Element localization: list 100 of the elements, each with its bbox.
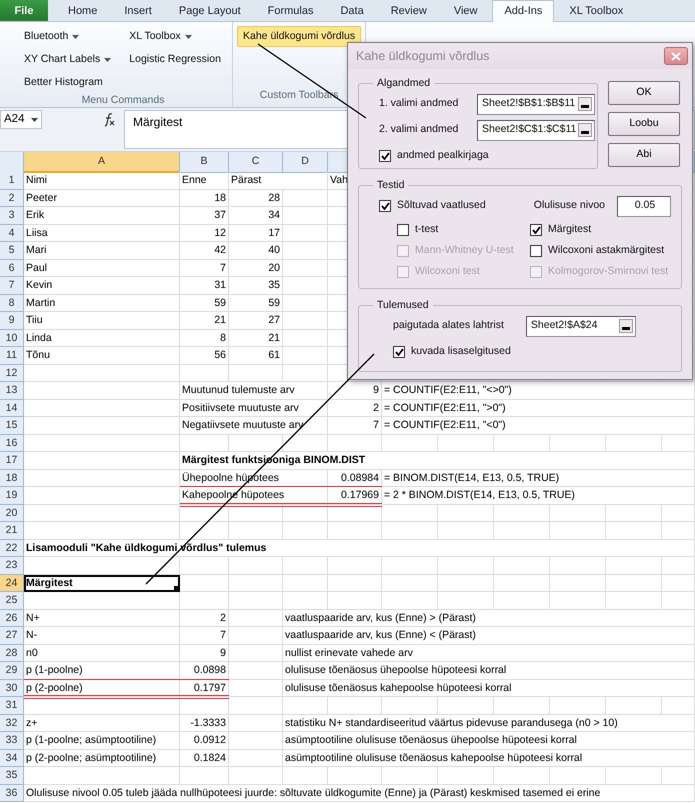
ribbon-tab[interactable]: Data (328, 0, 376, 21)
range-picker-button[interactable] (578, 123, 592, 137)
dialog-button[interactable]: OK (608, 81, 680, 105)
empty-cell (438, 697, 494, 714)
input-field[interactable]: Sheet2!$C$1:$C$11 (477, 120, 595, 140)
table-cell: Muutunud tulemuste arv (180, 382, 328, 400)
empty-cell (438, 592, 494, 610)
row-number[interactable]: 12 (0, 364, 24, 382)
table-cell: N+ (24, 610, 180, 627)
empty-cell (328, 504, 382, 522)
row-number[interactable]: 21 (0, 522, 24, 540)
selected-cell[interactable]: Märgitest (24, 574, 180, 592)
row-number[interactable]: 35 (0, 767, 24, 784)
table-cell: 35 (229, 277, 283, 294)
row-number[interactable]: 11 (0, 347, 24, 364)
input-field[interactable]: Sheet2!$B$1:$B$11 (477, 94, 595, 114)
ribbon-command[interactable]: Logistic Regression (123, 49, 227, 70)
dialog-button[interactable]: Loobu (608, 112, 680, 136)
ribbon-tab[interactable]: Page Layout (166, 0, 253, 21)
range-picker-button[interactable] (618, 319, 633, 333)
ribbon-tab[interactable]: Home (56, 0, 110, 21)
row-number[interactable]: 32 (0, 714, 24, 732)
row-number[interactable]: 34 (0, 750, 24, 767)
ribbon-command[interactable]: Better Histogram (18, 72, 118, 93)
row-number[interactable]: 16 (0, 434, 24, 452)
name-box[interactable]: A24 (0, 110, 42, 129)
close-button[interactable] (664, 47, 688, 65)
row-number[interactable]: 19 (0, 487, 24, 504)
row-number[interactable]: 14 (0, 400, 24, 417)
ribbon-tab[interactable]: File (0, 0, 48, 21)
empty-cell (494, 504, 550, 522)
ribbon-tab[interactable]: XL Toolbox (557, 0, 636, 21)
group-title: Tulemused (376, 299, 430, 311)
empty-cell (550, 557, 606, 574)
ribbon-tab[interactable]: Insert (112, 0, 164, 21)
row-number[interactable]: 15 (0, 417, 24, 434)
ribbon-command[interactable]: Bluetooth (18, 26, 118, 47)
checkbox[interactable] (530, 244, 542, 256)
row-number[interactable]: 18 (0, 470, 24, 487)
checkbox[interactable] (397, 224, 409, 236)
row-number[interactable]: 31 (0, 697, 24, 714)
row-number[interactable]: 10 (0, 330, 24, 347)
ribbon-tab[interactable]: Formulas (256, 0, 326, 21)
row-number[interactable]: 28 (0, 644, 24, 662)
table-cell: asümptootiline olulisuse tõenäosus ühepoolse hüpoteesi korral (283, 732, 695, 750)
table-cell: 34 (229, 207, 283, 224)
checkbox-label: Märgitest (548, 222, 592, 237)
row-number[interactable]: 33 (0, 732, 24, 750)
table-cell: = COUNTIF(E2:E11, "<0") (382, 417, 695, 434)
column-header[interactable]: B (180, 152, 229, 173)
column-header[interactable]: A (24, 152, 180, 173)
input-field[interactable]: 0.05 (617, 196, 671, 216)
empty-cell (283, 260, 328, 277)
table-cell: p (1-poolne) (24, 662, 180, 680)
row-number[interactable]: 30 (0, 680, 24, 697)
ribbon-tab[interactable]: Review (378, 0, 439, 21)
ribbon-command[interactable]: Kahe üldkogumi võrdlus (237, 26, 362, 47)
table-cell: = 2 * BINOM.DIST(E14, E13, 0.5, TRUE) (382, 487, 695, 504)
empty-cell (328, 557, 382, 574)
dialog-button[interactable]: Abi (608, 143, 680, 167)
column-header[interactable]: C (229, 152, 283, 173)
empty-cell (229, 714, 283, 732)
checkbox[interactable] (530, 224, 542, 236)
ribbon-command[interactable]: XY Chart Labels (18, 49, 118, 70)
table-cell: vaatluspaaride arv, kus (Enne) < (Pärast) (283, 627, 695, 644)
row-number[interactable]: 5 (0, 242, 24, 260)
empty-cell (283, 574, 328, 592)
row-number[interactable]: 25 (0, 592, 24, 610)
row-number[interactable]: 8 (0, 294, 24, 312)
row-number[interactable]: 24 (0, 574, 24, 592)
table-cell: Paul (24, 260, 180, 277)
row-number[interactable]: 2 (0, 190, 24, 207)
empty-cell (606, 522, 662, 540)
row-number[interactable]: 29 (0, 662, 24, 680)
group-title: Testid (376, 179, 406, 191)
row-number[interactable]: 17 (0, 452, 24, 470)
row-number[interactable]: 3 (0, 207, 24, 224)
row-number[interactable]: 6 (0, 260, 24, 277)
range-picker-button[interactable] (578, 97, 592, 111)
row-number[interactable]: 13 (0, 382, 24, 400)
row-number[interactable]: 27 (0, 627, 24, 644)
ribbon-tab[interactable]: View (442, 0, 490, 21)
row-number[interactable]: 1 (0, 172, 24, 190)
row-number[interactable]: 23 (0, 557, 24, 574)
row-number[interactable]: 7 (0, 277, 24, 294)
row-number[interactable]: 36 (0, 784, 24, 802)
checkbox[interactable] (379, 150, 391, 162)
row-number[interactable]: 26 (0, 610, 24, 627)
row-number[interactable]: 20 (0, 504, 24, 522)
empty-cell (229, 592, 283, 610)
checkbox[interactable] (393, 346, 405, 358)
ribbon-command[interactable]: XL Toolbox (123, 26, 227, 47)
row-number[interactable]: 9 (0, 312, 24, 330)
row-number[interactable]: 22 (0, 540, 24, 557)
row-number[interactable]: 4 (0, 224, 24, 242)
table-cell: 0.08984 (328, 470, 382, 487)
input-field[interactable]: Sheet2!$A$24 (526, 316, 636, 336)
checkbox[interactable] (379, 200, 391, 212)
ribbon-tab[interactable]: Add-Ins (492, 0, 554, 22)
column-header[interactable]: D (283, 152, 328, 173)
